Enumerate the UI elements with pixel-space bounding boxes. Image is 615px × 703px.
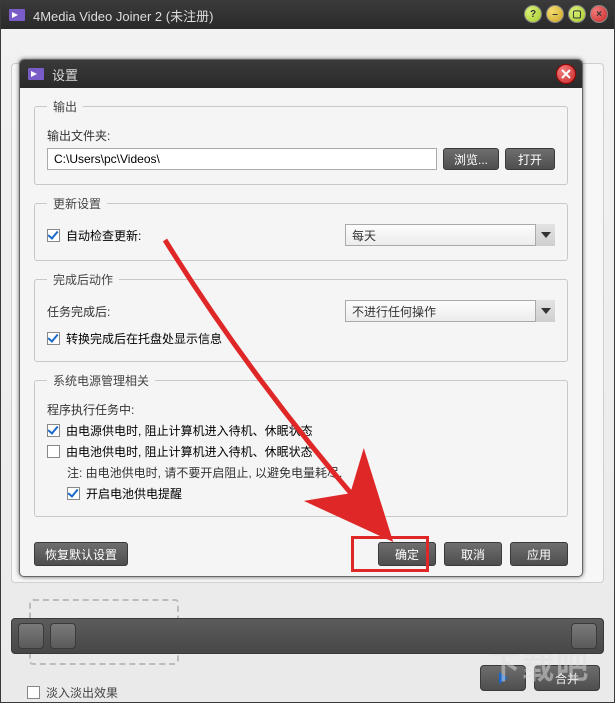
toolbar-btn-1[interactable] [18,623,44,649]
maximize-button[interactable]: ▢ [568,5,586,23]
settings-dialog: 设置 输出 输出文件夹: 浏览... 打开 [19,59,583,577]
tray-info-option[interactable]: 转换完成后在托盘处显示信息 [47,330,222,347]
chevron-down-icon [535,300,555,322]
dialog-title: 设置 [52,65,78,84]
update-legend: 更新设置 [47,195,107,212]
after-group: 完成后动作 任务完成后: 不进行任何操作 转换完成后在托盘处显示信息 [34,271,568,362]
dialog-logo-icon [28,68,44,80]
output-folder-input[interactable] [47,148,437,170]
battery-power-option[interactable]: 由电池供电时, 阻止计算机进入待机、休眠状态 [47,443,313,460]
ac-power-label: 由电源供电时, 阻止计算机进入待机、休眠状态 [66,422,313,439]
ac-power-option[interactable]: 由电源供电时, 阻止计算机进入待机、休眠状态 [47,422,313,439]
main-window: 4Media Video Joiner 2 (未注册) ? – ▢ × 将视频文… [0,0,615,703]
fade-label: 淡入淡出效果 [46,684,118,701]
dialog-title-bar: 设置 [20,60,582,88]
restore-defaults-button[interactable]: 恢复默认设置 [34,542,128,566]
power-group: 系统电源管理相关 程序执行任务中: 由电源供电时, 阻止计算机进入待机、休眠状态 [34,372,568,517]
ac-power-checkbox[interactable] [47,424,60,437]
battery-power-checkbox[interactable] [47,445,60,458]
bottom-toolbar: 合并 [480,665,600,691]
toolbar-btn-2[interactable] [50,623,76,649]
apply-button[interactable]: 应用 [510,542,568,566]
power-legend: 系统电源管理相关 [47,372,155,389]
battery-reminder-checkbox[interactable] [67,487,80,500]
app-logo-icon [9,9,25,21]
merge-label: 合并 [555,670,579,687]
help-button[interactable]: ? [524,5,542,23]
task-done-value: 不进行任何操作 [352,303,436,320]
after-legend: 完成后动作 [47,271,119,288]
battery-reminder-option[interactable]: 开启电池供电提醒 [67,485,182,502]
cancel-button[interactable]: 取消 [444,542,502,566]
minimize-button[interactable]: – [546,5,564,23]
running-label: 程序执行任务中: [47,401,134,418]
battery-power-label: 由电池供电时, 阻止计算机进入待机、休眠状态 [66,443,313,460]
fade-checkbox[interactable] [27,686,40,699]
output-folder-label: 输出文件夹: [47,127,110,144]
close-button[interactable]: × [590,5,608,23]
start-button[interactable] [480,665,526,691]
update-frequency-select[interactable]: 每天 [345,224,555,246]
toolbar-play-button[interactable] [571,623,597,649]
tray-info-label: 转换完成后在托盘处显示信息 [66,330,222,347]
dialog-buttons: 恢复默认设置 确定 取消 应用 [34,542,568,566]
play-icon [499,672,508,684]
update-group: 更新设置 自动检查更新: 每天 [34,195,568,261]
browse-button[interactable]: 浏览... [443,148,499,170]
window-buttons: ? – ▢ × [524,5,608,23]
dialog-body: 输出 输出文件夹: 浏览... 打开 更新设置 [20,88,582,517]
ok-button[interactable]: 确定 [378,542,436,566]
dialog-close-button[interactable] [556,64,576,84]
chevron-down-icon [535,224,555,246]
content-area: 将视频文件拖拽至此 淡入淡出效果 合并 下载吧 设置 输出 [1,29,614,702]
output-group: 输出 输出文件夹: 浏览... 打开 [34,98,568,185]
auto-check-label: 自动检查更新: [66,227,141,244]
media-toolbar [11,618,604,654]
update-frequency-value: 每天 [352,227,376,244]
title-bar: 4Media Video Joiner 2 (未注册) ? – ▢ × [1,1,614,29]
open-button[interactable]: 打开 [505,148,555,170]
battery-reminder-label: 开启电池供电提醒 [86,485,182,502]
auto-check-option[interactable]: 自动检查更新: [47,227,141,244]
task-done-label: 任务完成后: [47,303,110,320]
auto-check-checkbox[interactable] [47,229,60,242]
close-icon [561,69,571,79]
tray-info-checkbox[interactable] [47,332,60,345]
merge-button[interactable]: 合并 [534,665,600,691]
fade-effect-option[interactable]: 淡入淡出效果 [27,684,118,701]
output-legend: 输出 [47,98,83,115]
task-done-select[interactable]: 不进行任何操作 [345,300,555,322]
window-title: 4Media Video Joiner 2 (未注册) [33,6,213,25]
battery-note: 注: 由电池供电时, 请不要开启阻止, 以避免电量耗尽. [67,464,342,481]
